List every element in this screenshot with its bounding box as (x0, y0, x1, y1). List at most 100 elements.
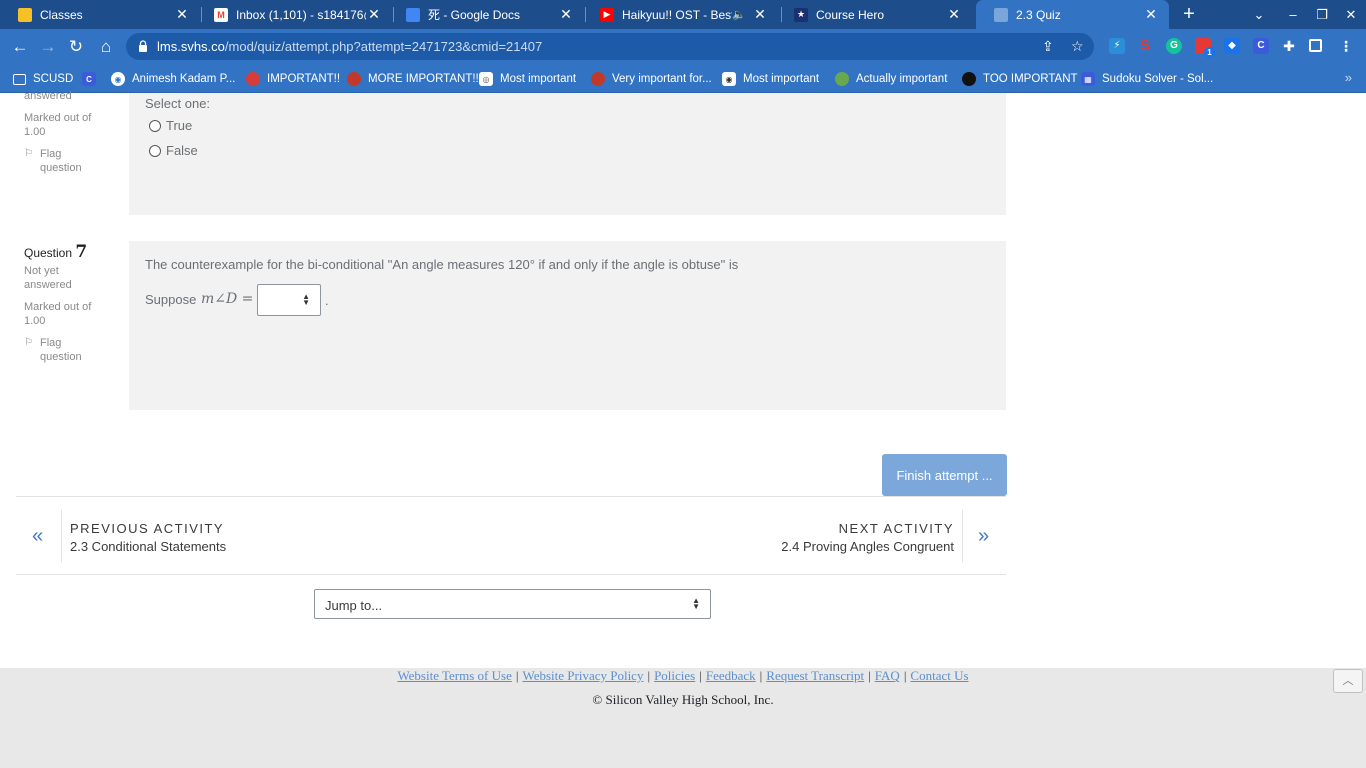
minimize-icon[interactable]: – (1278, 0, 1308, 29)
tab-title: Haikyuu!! OST - Best of S (622, 7, 733, 22)
tab-gmail[interactable]: M Inbox (1,101) - s184176@sv ✕ (196, 0, 392, 29)
forward-icon[interactable]: → (36, 35, 60, 59)
bookmark-label: Actually important (856, 73, 948, 85)
tab-classes[interactable]: Classes ✕ (0, 0, 200, 29)
close-icon[interactable]: ✕ (946, 6, 962, 23)
puzzle-icon[interactable]: ✚ (1281, 38, 1297, 54)
footer-link-terms[interactable]: Website Terms of Use (397, 668, 511, 683)
footer-link-contact[interactable]: Contact Us (910, 668, 968, 683)
bookmark-item[interactable]: ◉ Most important (722, 69, 819, 89)
shield-icon[interactable]: ◆ (1224, 38, 1240, 54)
tab-search-icon[interactable]: ⌄ (1244, 0, 1274, 29)
grid-icon: ▦ (1081, 72, 1095, 86)
double-chevron-left-icon[interactable]: « (32, 525, 43, 548)
bookmark-item[interactable]: MORE IMPORTANT!! (347, 69, 479, 89)
separator: | (699, 668, 702, 683)
copyright-text: © Silicon Valley High School, Inc. (592, 692, 774, 707)
address-bar[interactable]: lms.svhs.co/mod/quiz/attempt.php?attempt… (126, 33, 1094, 60)
question-status: Not yet answered (24, 265, 72, 291)
radio-button[interactable] (149, 144, 161, 157)
tab-title: Inbox (1,101) - s184176@sv (236, 7, 366, 22)
question-marked: Marked out of 1.00 (24, 112, 92, 138)
footer-link-transcript[interactable]: Request Transcript (766, 668, 864, 683)
question-marked: Marked out of 1.00 (24, 301, 92, 327)
question-7-box: The counterexample for the bi-conditiona… (129, 241, 1006, 410)
next-activity-title: 2.4 Proving Angles Congruent (781, 539, 954, 554)
home-icon[interactable]: ⌂ (94, 35, 118, 59)
extension-badge-icon[interactable]: 1 (1195, 38, 1215, 58)
flag-icon: ⚐ (24, 148, 33, 159)
star-icon[interactable]: ☆ (1071, 38, 1084, 55)
bookmark-item[interactable]: IMPORTANT!! (246, 69, 340, 89)
new-tab-button[interactable]: + (1178, 3, 1200, 25)
tab-quiz[interactable]: 2.3 Quiz ✕ (976, 0, 1169, 29)
bookmark-site-icon (591, 72, 605, 86)
speaker-icon[interactable]: 🔈 (732, 8, 746, 21)
jump-to-select[interactable]: Jump to... ▲ ▼ (314, 589, 711, 619)
extension-icon[interactable]: ⚡ (1109, 38, 1125, 54)
bookmark-item[interactable]: Actually important (835, 69, 947, 89)
separator: | (647, 668, 651, 683)
chevron-right-icon[interactable]: » (1345, 70, 1352, 85)
canva-icon: C (82, 72, 96, 86)
bookmark-item[interactable]: TOO IMPORTANT (962, 69, 1078, 89)
footer-link-feedback[interactable]: Feedback (706, 668, 756, 683)
bookmark-label: Very important for... (612, 73, 712, 85)
flag-question[interactable]: ⚐ Flag question (24, 147, 124, 175)
question-7-info: Question 7 Not yet answered Marked out o… (24, 244, 124, 364)
bookmark-label: Most important (743, 73, 820, 85)
option-label: False (166, 143, 198, 158)
question-status: answered (24, 90, 72, 102)
side-panel-icon[interactable] (1309, 39, 1322, 52)
tab-title: Course Hero (816, 7, 885, 22)
bookmark-item[interactable]: ▦ Sudoku Solver - Sol... (1081, 69, 1213, 89)
radio-button[interactable] (149, 119, 161, 132)
quiz-page: answered Marked out of 1.00 ⚐ Flag quest… (0, 90, 1366, 768)
bookmark-item[interactable]: ◎ Most important (479, 69, 576, 89)
bookmark-item[interactable]: C (82, 69, 103, 89)
double-chevron-right-icon[interactable]: » (978, 525, 989, 548)
grammarly-icon[interactable]: G (1166, 38, 1182, 54)
close-icon[interactable]: ✕ (752, 6, 768, 23)
close-icon[interactable]: ✕ (1143, 6, 1159, 23)
close-icon[interactable]: ✕ (366, 6, 382, 23)
tab-google-docs[interactable]: 死 - Google Docs ✕ (388, 0, 584, 29)
bookmark-label: MORE IMPORTANT!! (368, 73, 479, 85)
reload-icon[interactable]: ↻ (64, 35, 88, 59)
option-false[interactable]: False (149, 143, 198, 158)
option-true[interactable]: True (149, 118, 192, 133)
activity-navigation: « PREVIOUS ACTIVITY 2.3 Conditional Stat… (16, 496, 1006, 575)
separator: | (759, 668, 763, 683)
close-icon[interactable]: ✕ (558, 6, 574, 23)
bookmark-item[interactable]: ◉ Animesh Kadam P... (111, 69, 235, 89)
chevron-up-icon[interactable]: ︿ (1333, 669, 1363, 693)
finish-attempt-button[interactable]: Finish attempt ... (882, 454, 1007, 496)
footer-link-faq[interactable]: FAQ (875, 668, 900, 683)
extension-c-icon[interactable]: C (1253, 38, 1269, 54)
footer-link-privacy[interactable]: Website Privacy Policy (522, 668, 643, 683)
footer-link-policies[interactable]: Policies (654, 668, 695, 683)
tab-youtube[interactable]: ▶ Haikyuu!! OST - Best of S 🔈 ✕ (582, 0, 778, 29)
flag-question[interactable]: ⚐ Flag question (24, 336, 124, 364)
select-arrows-icon: ▲ ▼ (302, 292, 310, 307)
bookmark-item[interactable]: Very important for... (591, 69, 712, 89)
tab-course-hero[interactable]: ★ Course Hero ✕ (776, 0, 972, 29)
badge-count: 1 (1204, 47, 1215, 58)
separator: | (515, 668, 519, 683)
restore-icon[interactable]: ❐ (1307, 0, 1337, 29)
back-icon[interactable]: ← (8, 35, 32, 59)
browser-toolbar: ← → ↻ ⌂ lms.svhs.co/mod/quiz/attempt.php… (0, 29, 1366, 64)
share-icon[interactable]: ⇪ (1042, 38, 1054, 55)
divider (61, 510, 62, 562)
footer-links: Website Terms of Use | Website Privacy Pol… (0, 668, 1366, 684)
kebab-menu-icon[interactable]: ⋮ (1338, 38, 1354, 54)
answer-select[interactable]: ▲ ▼ (257, 284, 321, 316)
extension-s-icon[interactable]: S (1137, 38, 1153, 54)
close-window-icon[interactable]: ✕ (1336, 0, 1366, 29)
bookmark-item[interactable]: SCUSD (13, 69, 73, 89)
select-one-label: Select one: (145, 96, 211, 111)
close-icon[interactable]: ✕ (174, 6, 190, 23)
math-expression: m∠D = (201, 291, 254, 307)
bookmark-site-icon: ◉ (722, 72, 736, 86)
previous-activity-title: 2.3 Conditional Statements (70, 539, 227, 554)
